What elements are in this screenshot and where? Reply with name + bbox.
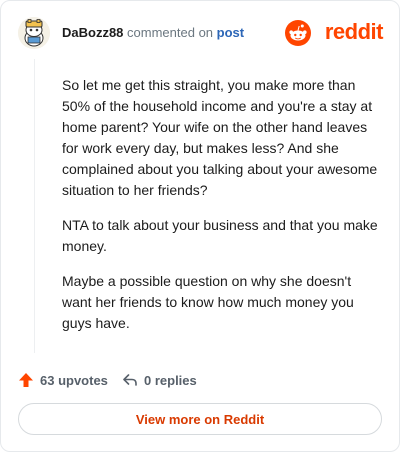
upvote-arrow-icon <box>19 373 33 387</box>
upvote-button[interactable]: 63 upvotes <box>18 369 108 391</box>
comment-paragraph: NTA to talk about your business and that… <box>62 217 378 254</box>
reply-button[interactable]: 0 replies <box>122 369 197 391</box>
snoo-avatar-icon[interactable] <box>18 17 50 49</box>
post-link[interactable]: post <box>217 25 244 40</box>
thread-line <box>34 59 35 353</box>
comment-header: DaBozz88 commented on post reddit <box>18 17 384 51</box>
replies-count: 0 replies <box>144 372 197 388</box>
comment-paragraph: Maybe a possible question on why she doe… <box>62 273 354 331</box>
comment-paragraph: So let me get this straight, you make mo… <box>62 77 378 198</box>
comment-meta: DaBozz88 commented on post <box>62 25 244 40</box>
reddit-alien-icon <box>285 20 311 46</box>
reply-arrow-icon <box>123 374 137 386</box>
comment-embed-card: DaBozz88 commented on post reddit So let… <box>0 0 400 452</box>
username-link[interactable]: DaBozz88 <box>62 25 123 40</box>
view-more-button[interactable]: View more on Reddit <box>18 403 382 435</box>
commented-on-text: commented on <box>127 25 214 40</box>
comment-actions: 63 upvotes 0 replies <box>18 369 383 391</box>
reddit-wordmark: reddit <box>324 19 384 44</box>
comment-body: So let me get this straight, you make mo… <box>62 75 380 348</box>
upvotes-count: 63 upvotes <box>40 372 108 388</box>
